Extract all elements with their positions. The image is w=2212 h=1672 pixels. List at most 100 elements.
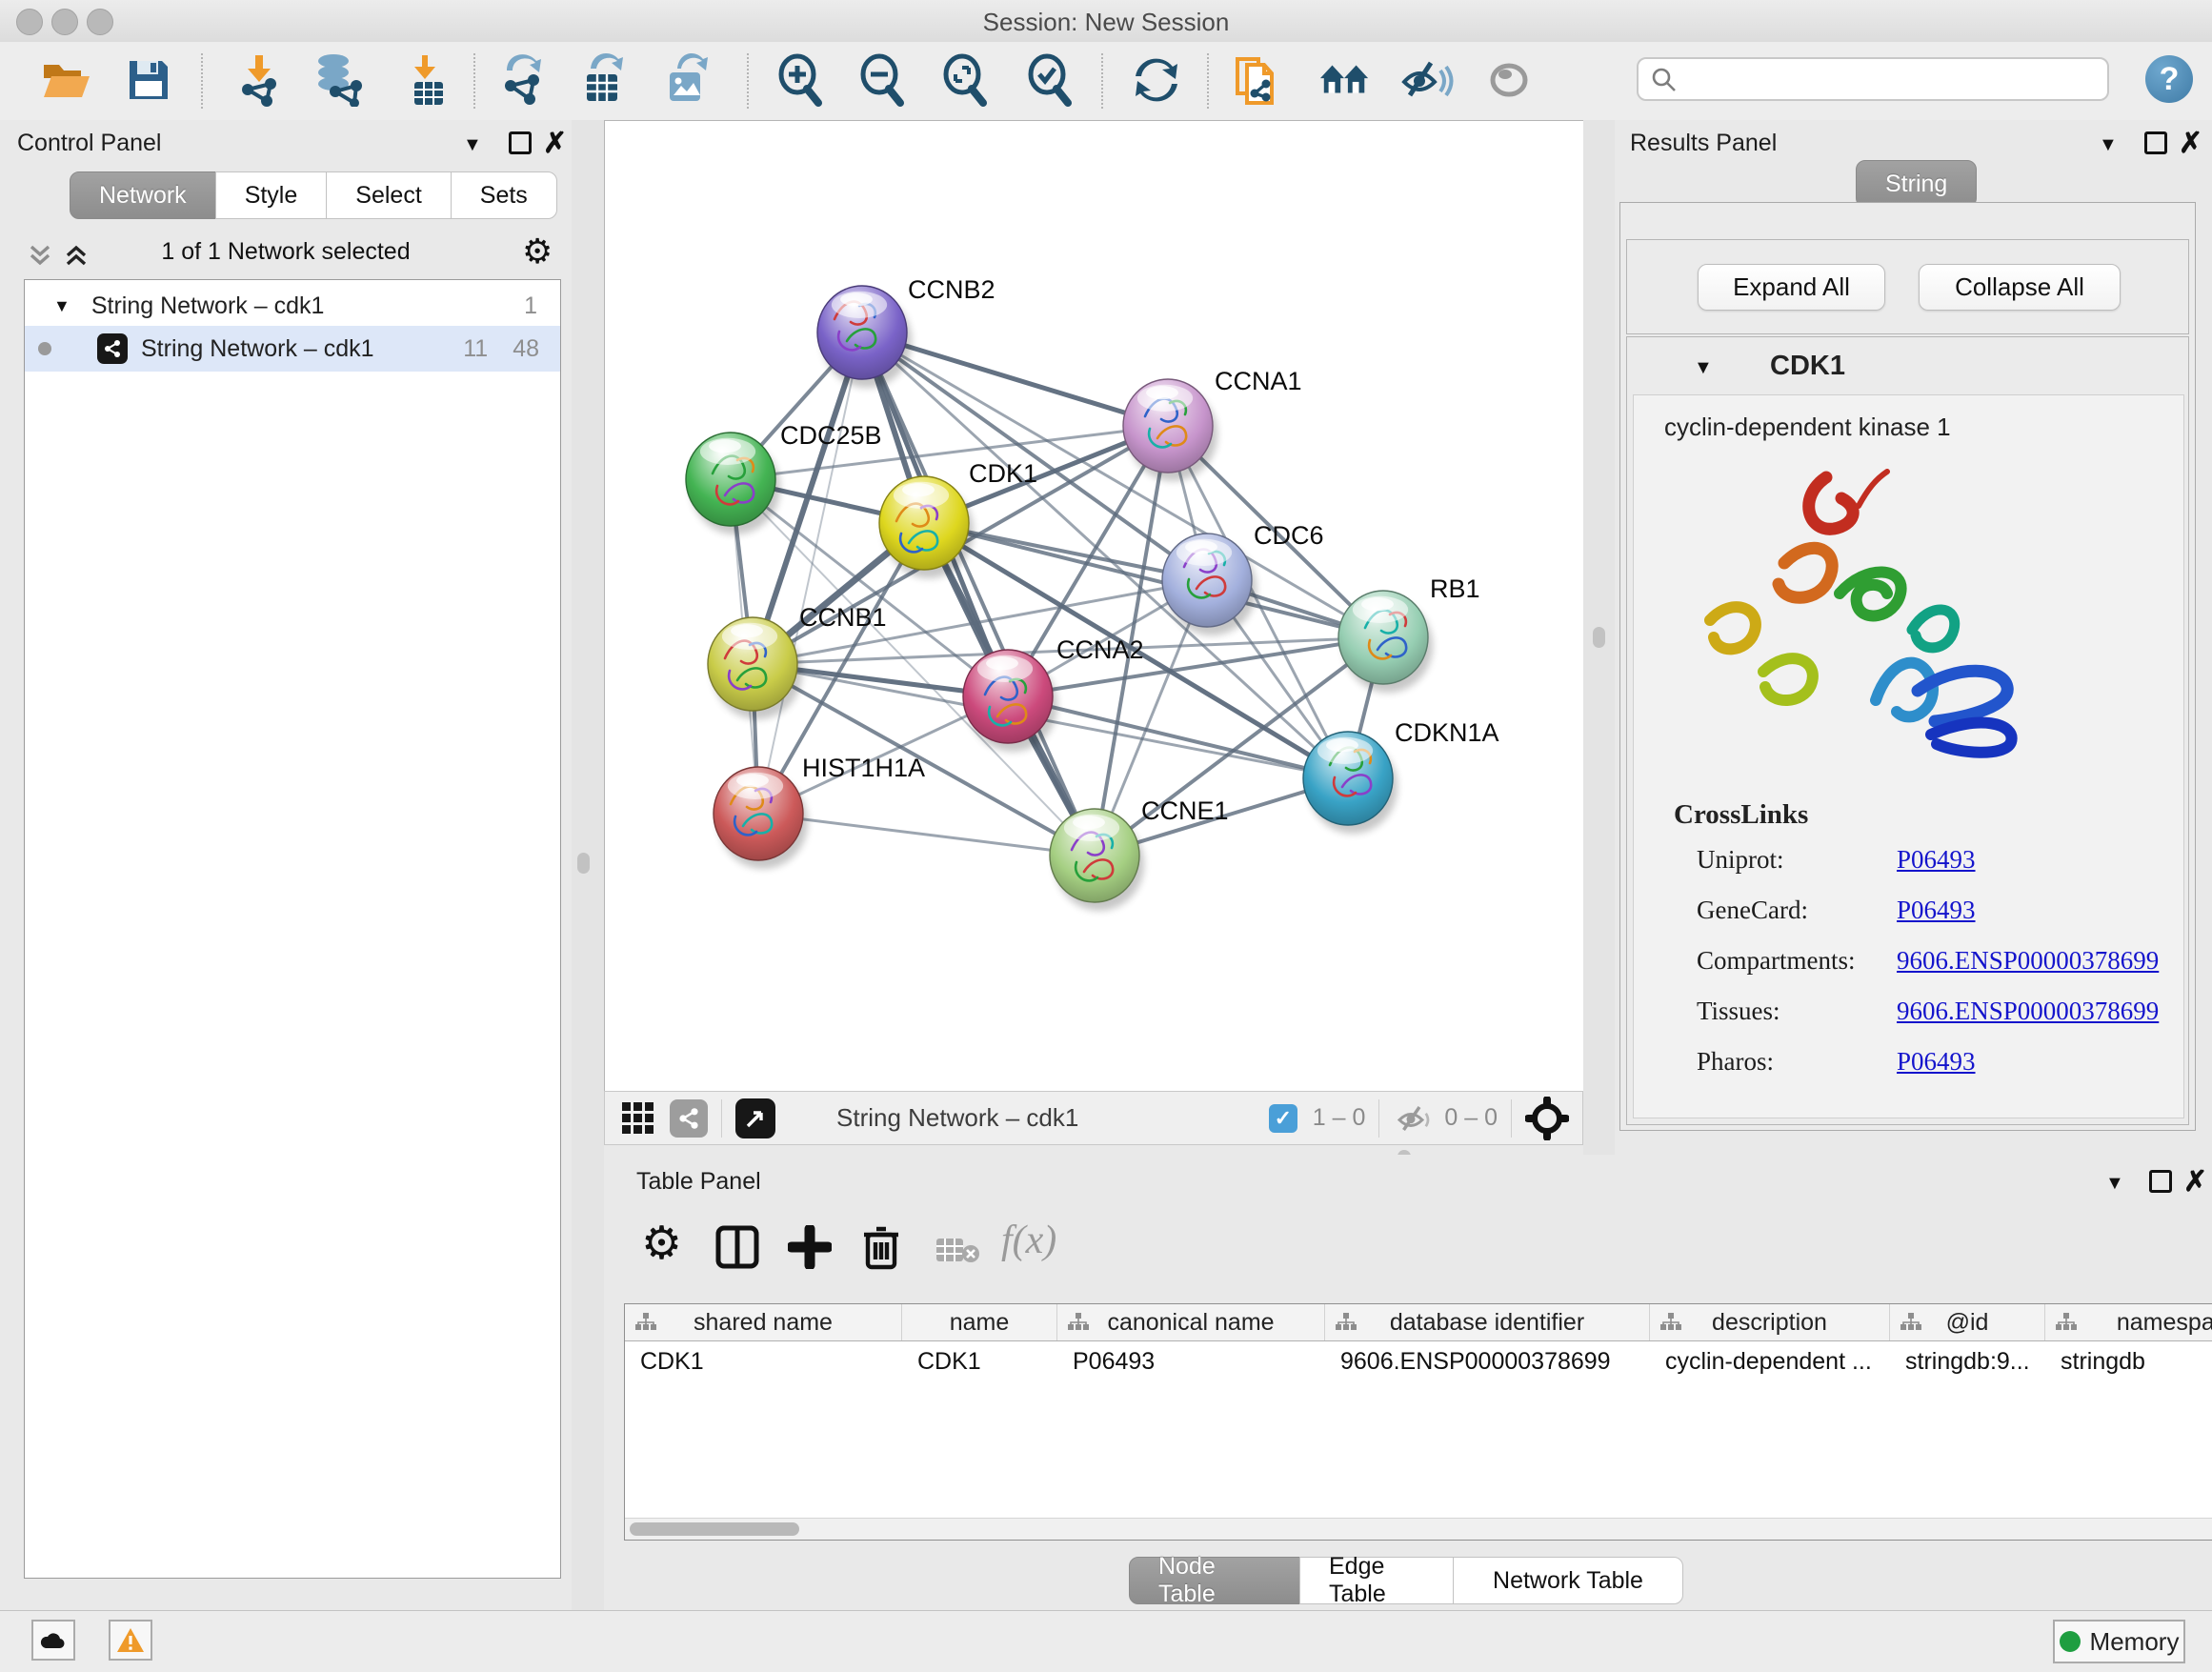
cell-canonical-name[interactable]: P06493 — [1057, 1341, 1325, 1381]
network-row[interactable]: String Network – cdk1 11 48 — [25, 326, 560, 372]
fit-selected-crosshair-icon[interactable] — [1525, 1097, 1569, 1140]
cell-id[interactable]: stringdb:9... — [1890, 1341, 2045, 1381]
crosslink-uniprot-link[interactable]: P06493 — [1897, 845, 1976, 875]
right-splitter-grip[interactable] — [1593, 627, 1605, 648]
network-node[interactable]: CCNB2 — [817, 275, 995, 388]
network-collection-row[interactable]: ▼ String Network – cdk1 1 — [25, 286, 560, 326]
grid-view-icon[interactable] — [620, 1100, 656, 1137]
network-node[interactable]: CCNE1 — [1050, 796, 1229, 911]
crosslink-compartments-link[interactable]: 9606.ENSP00000378699 — [1897, 946, 2159, 976]
delete-column-icon[interactable] — [860, 1223, 902, 1271]
show-columns-icon[interactable] — [715, 1225, 759, 1269]
left-splitter[interactable] — [572, 120, 604, 1610]
export-table-button[interactable] — [577, 50, 631, 111]
tab-sets[interactable]: Sets — [451, 171, 557, 219]
column-header-description[interactable]: description — [1650, 1304, 1890, 1340]
crosslink-tissues-link[interactable]: 9606.ENSP00000378699 — [1897, 997, 2159, 1026]
expand-all-button[interactable]: Expand All — [1698, 264, 1885, 311]
results-panel-float-icon[interactable] — [2144, 131, 2167, 154]
crosslink-pharos-link[interactable]: P06493 — [1897, 1047, 1976, 1077]
column-header-id[interactable]: @id — [1890, 1304, 2045, 1340]
table-panel-float-icon[interactable] — [2149, 1170, 2172, 1193]
zoom-out-button[interactable] — [855, 50, 909, 111]
crosslink-label: GeneCard: — [1697, 896, 1897, 925]
cloud-button[interactable] — [31, 1620, 75, 1661]
crosslink-genecard-link[interactable]: P06493 — [1897, 896, 1976, 925]
table-panel-menu-icon[interactable]: ▼ — [2105, 1174, 2124, 1193]
collection-collapse-icon[interactable]: ▼ — [53, 297, 70, 314]
open-session-button[interactable] — [40, 50, 93, 111]
refresh-button[interactable] — [1130, 50, 1183, 111]
warnings-button[interactable] — [109, 1620, 152, 1661]
table-row[interactable]: CDK1 CDK1 P06493 9606.ENSP00000378699 cy… — [625, 1341, 2212, 1381]
export-image-button[interactable] — [661, 50, 714, 111]
cell-name[interactable]: CDK1 — [902, 1341, 1057, 1381]
zoom-selected-button[interactable] — [1023, 50, 1076, 111]
results-panel-close-icon[interactable]: ✗ — [2179, 130, 2202, 158]
network-node[interactable]: CCNA1 — [1123, 367, 1302, 481]
import-network-file-button[interactable] — [232, 50, 286, 111]
table-horizontal-scrollbar[interactable] — [625, 1518, 2212, 1540]
import-network-database-button[interactable] — [311, 50, 364, 111]
control-panel-float-icon[interactable] — [509, 131, 532, 154]
tab-network[interactable]: Network — [70, 171, 216, 219]
clone-network-button[interactable] — [1233, 50, 1286, 111]
namespace-tree-icon — [1067, 1312, 1090, 1333]
control-panel-close-icon[interactable]: ✗ — [543, 130, 567, 158]
left-splitter-grip[interactable] — [577, 853, 590, 874]
network-options-gear-icon[interactable]: ⚙ — [522, 234, 553, 269]
column-header-database-identifier[interactable]: database identifier — [1325, 1304, 1650, 1340]
network-node[interactable]: HIST1H1A — [714, 754, 925, 869]
zoom-fit-button[interactable] — [938, 50, 992, 111]
network-edge[interactable] — [758, 814, 1095, 856]
tab-style[interactable]: Style — [215, 171, 328, 219]
column-header-namespace[interactable]: namespace — [2045, 1304, 2212, 1340]
cell-namespace[interactable]: stringdb — [2045, 1341, 2212, 1381]
tab-string[interactable]: String — [1856, 160, 1977, 208]
column-header-name[interactable]: name — [902, 1304, 1057, 1340]
first-neighbors-button[interactable] — [1318, 50, 1372, 111]
birds-eye-view-icon[interactable] — [735, 1098, 775, 1138]
table-scrollbar-thumb[interactable] — [630, 1522, 799, 1536]
network-node[interactable]: CCNB1 — [708, 603, 887, 719]
hide-selected-button[interactable] — [1400, 50, 1454, 111]
network-node[interactable]: CDC25B — [686, 421, 882, 534]
table-panel-close-icon[interactable]: ✗ — [2183, 1168, 2207, 1197]
show-all-button[interactable] — [1482, 50, 1536, 111]
network-canvas[interactable]: CCNB2CCNA1CDC25BCDK1CDC6RB1CCNB1CCNA2CDK… — [604, 120, 1585, 1093]
cell-shared-name[interactable]: CDK1 — [625, 1341, 902, 1381]
tab-network-table[interactable]: Network Table — [1453, 1557, 1683, 1604]
results-panel-menu-icon[interactable]: ▼ — [2099, 135, 2118, 154]
selected-nodes-checkbox[interactable]: ✓ — [1269, 1104, 1297, 1133]
table-options-gear-icon[interactable]: ⚙ — [641, 1221, 682, 1267]
help-button[interactable]: ? — [2145, 55, 2193, 103]
node-label: CDC25B — [780, 421, 882, 450]
tab-edge-table[interactable]: Edge Table — [1299, 1557, 1454, 1604]
export-network-button[interactable] — [497, 50, 551, 111]
network-edge[interactable] — [758, 332, 862, 814]
import-table-file-button[interactable] — [398, 50, 452, 111]
tab-select[interactable]: Select — [326, 171, 451, 219]
tab-node-table[interactable]: Node Table — [1129, 1557, 1300, 1604]
node-label: CCNB2 — [908, 275, 995, 304]
network-node[interactable]: CDK1 — [879, 459, 1037, 578]
network-view-icon[interactable] — [670, 1099, 708, 1138]
search-input[interactable] — [1677, 65, 2081, 93]
network-node[interactable]: CDKN1A — [1303, 718, 1499, 834]
column-header-shared-name[interactable]: shared name — [625, 1304, 902, 1340]
refresh-icon — [1132, 55, 1181, 105]
namespace-tree-icon — [634, 1312, 657, 1333]
network-node[interactable]: RB1 — [1338, 574, 1480, 693]
protein-collapse-icon[interactable]: ▼ — [1694, 358, 1713, 377]
collapse-all-button[interactable]: Collapse All — [1919, 264, 2121, 311]
memory-button[interactable]: Memory — [2053, 1620, 2185, 1663]
control-panel-title: Control Panel — [17, 130, 161, 157]
network-graph[interactable]: CCNB2CCNA1CDC25BCDK1CDC6RB1CCNB1CCNA2CDK… — [605, 121, 1584, 1092]
cell-database-identifier[interactable]: 9606.ENSP00000378699 — [1325, 1341, 1650, 1381]
add-column-icon[interactable] — [788, 1225, 832, 1269]
zoom-in-button[interactable] — [774, 50, 827, 111]
column-header-canonical-name[interactable]: canonical name — [1057, 1304, 1325, 1340]
control-panel-menu-icon[interactable]: ▼ — [463, 135, 482, 154]
save-session-button[interactable] — [122, 50, 175, 111]
cell-description[interactable]: cyclin-dependent ... — [1650, 1341, 1890, 1381]
